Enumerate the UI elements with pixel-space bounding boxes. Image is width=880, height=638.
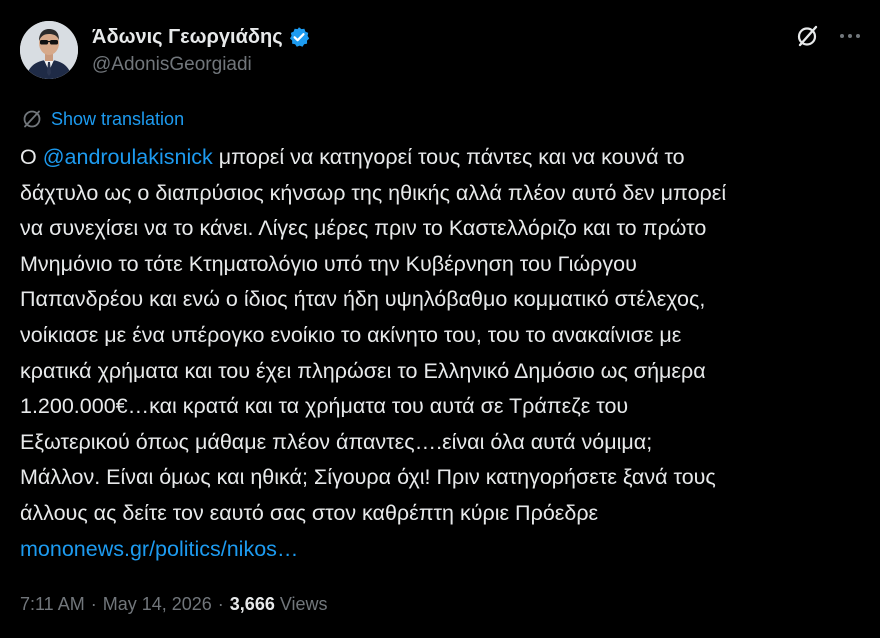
tweet-body: Ο @androulakisnick μπορεί να κατηγορεί τ… <box>20 140 870 567</box>
name-row: Άδωνις Γεωργιάδης <box>92 22 310 52</box>
tweet-line: Ο @androulakisnick μπορεί να κατηγορεί τ… <box>20 140 870 176</box>
tweet-meta: 7:11 AM · May 14, 2026 · 3,666 Views <box>20 594 328 615</box>
tweet-date[interactable]: May 14, 2026 <box>103 594 212 615</box>
article-link[interactable]: mononews.gr/politics/nikos… <box>20 532 870 568</box>
meta-separator: · <box>90 594 97 614</box>
more-icon[interactable] <box>836 22 864 50</box>
profile-photo-icon <box>20 21 78 79</box>
mention-link[interactable]: @androulakisnick <box>43 145 213 169</box>
author-names: Άδωνις Γεωργιάδης @AdonisGeorgiadi <box>92 22 310 78</box>
tweet-text-suffix: μπορεί να κατηγορεί τους πάντες και να κ… <box>212 145 685 169</box>
tweet-line: να συνεχίσει να το κάνει. Λίγες μέρες πρ… <box>20 216 707 241</box>
verified-badge-icon[interactable] <box>288 26 310 48</box>
tweet-card: Άδωνις Γεωργιάδης @AdonisGeorgiadi Show … <box>0 0 880 638</box>
tweet-line: Μάλλον. Είναι όμως και ηθικά; Σίγουρα όχ… <box>20 465 716 490</box>
tweet-line: 1.200.000€…και κρατά και τα χρήματα του … <box>20 394 629 419</box>
meta-separator: · <box>217 594 224 614</box>
tweet-header: Άδωνις Γεωργιάδης @AdonisGeorgiadi <box>20 18 310 82</box>
tweet-line: νοίκιασε με ένα υπέρογκο ενοίκιο το ακίν… <box>20 322 682 347</box>
show-translation-button[interactable]: Show translation <box>22 106 184 132</box>
tweet-line: Εξωτερικού όπως μάθαμε πλέον άπαντες….εί… <box>20 429 653 454</box>
tweet-time[interactable]: 7:11 AM <box>20 594 85 615</box>
top-actions <box>794 22 864 50</box>
show-translation-label: Show translation <box>51 108 185 129</box>
author-handle[interactable]: @AdonisGeorgiadi <box>92 52 310 78</box>
tweet-line: Παπανδρέου και ενώ ο ίδιος ήταν ήδη υψηλ… <box>20 287 706 312</box>
avatar[interactable] <box>20 21 78 79</box>
views-label: Views <box>279 594 328 614</box>
tweet-line: Μνημόνιο το τότε Κτηματολόγιο υπό την Κυ… <box>20 251 637 276</box>
tweet-line: άλλους ας δείτε τον εαυτό σας στον καθρέ… <box>20 500 599 525</box>
views-count[interactable]: 3,666 <box>230 594 275 615</box>
tweet-text-prefix: Ο <box>20 145 43 169</box>
translate-globe-icon <box>23 110 41 128</box>
tweet-line: κρατικά χρήματα και του έχει πληρώσει το… <box>20 358 706 383</box>
author-display-name[interactable]: Άδωνις Γεωργιάδης <box>92 26 283 49</box>
tweet-line: δάχτυλο ως ο διαπρύσιος κήνσωρ της ηθική… <box>20 180 727 205</box>
grok-icon[interactable] <box>794 22 822 50</box>
